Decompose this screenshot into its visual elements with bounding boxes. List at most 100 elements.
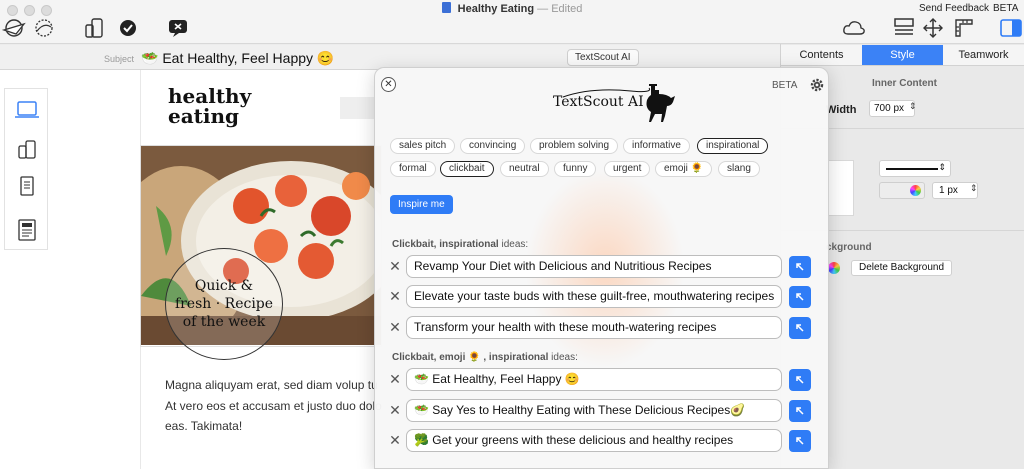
ideas-group-2-suffix: ideas: [551, 352, 578, 363]
chip-emoji[interactable]: emoji 🌻 [655, 161, 713, 177]
textscout-ai-button[interactable]: TextScout AI [567, 49, 639, 66]
dismiss-idea-icon[interactable]: ✕ [389, 288, 401, 305]
arrow-up-left-icon [796, 376, 804, 384]
popup-beta-label: BETA [772, 80, 798, 91]
ideas-group-2-tags: Clickbait, emoji 🌻 , inspirational [392, 352, 549, 363]
circle-line-2: fresh · Recipe [174, 296, 274, 312]
document-status: Edited [551, 3, 583, 15]
close-icon: ✕ [384, 79, 393, 90]
dismiss-idea-icon[interactable]: ✕ [389, 319, 401, 336]
idea-text-field[interactable]: Elevate your taste buds with these guilt… [406, 285, 782, 308]
background-color-icon[interactable] [828, 262, 840, 274]
chip-clickbait[interactable]: clickbait [440, 161, 494, 177]
width-label: Width [826, 104, 857, 116]
minimize-window-button[interactable] [24, 5, 35, 16]
devices-icon[interactable] [82, 17, 106, 39]
border-style-select[interactable]: ⇕ [879, 160, 951, 177]
mobile-preview-icon[interactable] [14, 137, 40, 163]
subject-label: Subject [104, 54, 135, 64]
gear-icon[interactable] [809, 77, 825, 93]
dismiss-idea-icon[interactable]: ✕ [389, 402, 401, 419]
ideas-group-1-suffix: ideas: [501, 239, 529, 250]
chip-inspirational[interactable]: inspirational [697, 138, 769, 154]
checkmark-icon[interactable] [116, 17, 140, 39]
device-preview-panel [4, 88, 48, 250]
chip-formal[interactable]: formal [390, 161, 436, 177]
healthy-eating-logo: healthy eating [168, 86, 251, 126]
chip-funny[interactable]: funny [554, 161, 597, 177]
delete-background-button[interactable]: Delete Background [851, 260, 953, 276]
chip-informative[interactable]: informative [623, 138, 690, 154]
chip-neutral[interactable]: neutral [500, 161, 549, 177]
close-window-button[interactable] [7, 5, 18, 16]
tab-style[interactable]: Style [862, 45, 943, 65]
logo-line-2: eating [168, 104, 240, 128]
inspire-me-button[interactable]: Inspire me [390, 195, 453, 214]
apply-idea-button[interactable] [789, 317, 811, 339]
arrow-up-left-icon [796, 293, 804, 301]
layout-icon[interactable] [892, 17, 916, 39]
idea-text-field[interactable]: 🥗 Eat Healthy, Feel Happy 😊 [406, 368, 782, 391]
body-text-line-3: eas. Takimata! [165, 419, 243, 433]
cloud-icon[interactable] [842, 17, 866, 39]
dismiss-idea-icon[interactable]: ✕ [389, 371, 401, 388]
arrow-up-left-icon [796, 407, 804, 415]
title-separator: — [537, 3, 549, 15]
arrow-up-left-icon [796, 324, 804, 332]
ruler-icon[interactable] [952, 17, 976, 39]
chip-sales-pitch[interactable]: sales pitch [390, 138, 456, 154]
chevron-updown-icon: ⇕ [938, 162, 946, 172]
move-icon[interactable] [921, 17, 945, 39]
beta-badge: BETA [993, 3, 1019, 14]
chip-urgent[interactable]: urgent [604, 161, 651, 177]
apply-idea-button[interactable] [789, 430, 811, 452]
plane-send-icon[interactable] [2, 17, 26, 39]
ideas-group-1-label: Clickbait, inspirational ideas: [392, 239, 528, 250]
close-popup-button[interactable]: ✕ [381, 77, 396, 92]
color-wheel-icon [910, 185, 921, 196]
border-width-stepper-icon[interactable]: ⇕ [970, 183, 978, 194]
logo-line-1: healthy [168, 84, 252, 108]
text-preview-icon[interactable] [14, 173, 40, 199]
document-title: Healthy Eating [457, 3, 535, 15]
ideas-group-1-tags: Clickbait, inspirational [392, 239, 499, 250]
body-text-line-1: Magna aliquyam erat, sed diam volup tu [165, 378, 378, 392]
tab-contents[interactable]: Contents [781, 45, 862, 65]
apply-idea-button[interactable] [789, 400, 811, 422]
document-icon [441, 2, 451, 13]
stamp-icon[interactable] [32, 17, 56, 39]
apply-idea-button[interactable] [789, 369, 811, 391]
tab-teamwork[interactable]: Teamwork [943, 45, 1024, 65]
sidebar-toggle-icon[interactable] [999, 17, 1023, 39]
circle-line-3: of the week [182, 314, 266, 330]
zoom-window-button[interactable] [41, 5, 52, 16]
textscout-popup: ✕ BETA TextScout AI sales pitch convinci… [374, 67, 829, 469]
width-stepper-icon[interactable]: ⇕ [909, 101, 917, 112]
ideas-group-2-label: Clickbait, emoji 🌻 , inspirational ideas… [392, 352, 578, 363]
inspector-tabs: Contents Style Teamwork [781, 45, 1024, 66]
idea-text-field[interactable]: 🥗 Say Yes to Healthy Eating with These D… [406, 399, 782, 422]
arrow-up-left-icon [796, 263, 804, 271]
apply-idea-button[interactable] [789, 286, 811, 308]
idea-text-field[interactable]: Revamp Your Diet with Delicious and Nutr… [406, 255, 782, 278]
idea-text-field[interactable]: Transform your health with these mouth-w… [406, 316, 782, 339]
desktop-preview-icon[interactable] [14, 97, 40, 123]
send-feedback-link[interactable]: Send Feedback [919, 3, 989, 14]
circle-line-1: Quick & [194, 278, 254, 294]
apply-idea-button[interactable] [789, 256, 811, 278]
inner-content-title: Inner Content [872, 78, 937, 89]
dismiss-idea-icon[interactable]: ✕ [389, 432, 401, 449]
dismiss-idea-icon[interactable]: ✕ [389, 258, 401, 275]
chip-slang[interactable]: slang [718, 161, 760, 177]
chip-convincing[interactable]: convincing [460, 138, 526, 154]
subject-input[interactable]: 🥗 Eat Healthy, Feel Happy 😊 [141, 50, 334, 67]
chip-problem-solving[interactable]: problem solving [530, 138, 619, 154]
body-text-line-2: At vero eos et accusam et justo duo dolo [165, 399, 382, 413]
chat-cancel-icon[interactable] [166, 17, 190, 39]
border-color-swatch[interactable] [879, 182, 925, 199]
cowboy-horse-icon [637, 82, 677, 122]
background-label: ckground [826, 242, 872, 253]
title-bar: Healthy Eating — Edited Send Feedback BE… [0, 0, 1024, 44]
html-preview-icon[interactable] [14, 217, 40, 243]
idea-text-field[interactable]: 🥦 Get your greens with these delicious a… [406, 429, 782, 452]
